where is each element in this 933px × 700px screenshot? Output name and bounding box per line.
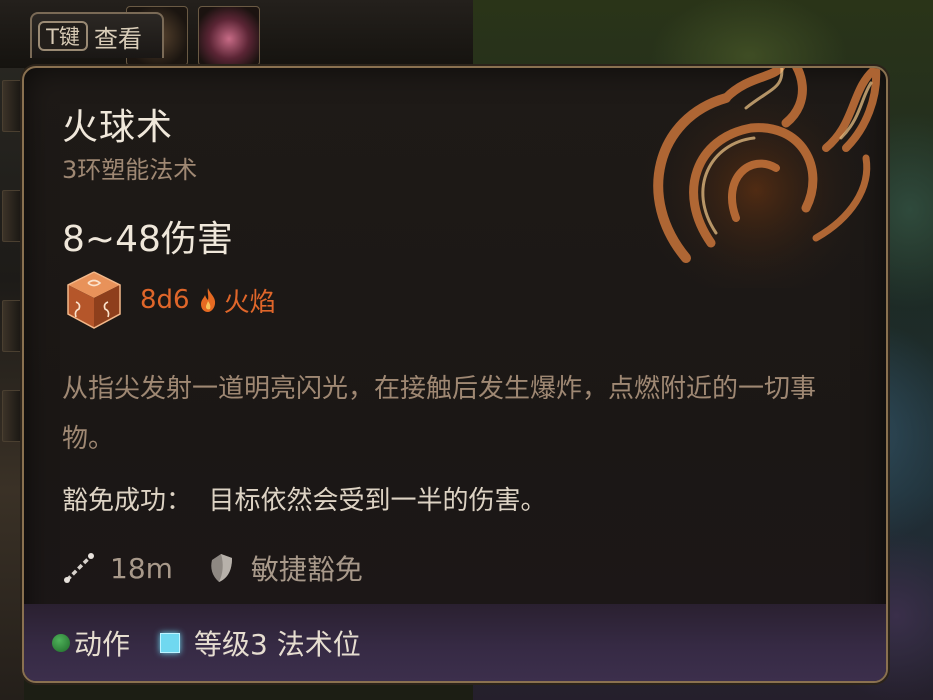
damage-range: 8~48伤害 [62, 219, 233, 260]
hotbar-edge-slot [2, 190, 22, 242]
d6-dice-icon [67, 271, 121, 329]
dice-formula: 8d6 [140, 285, 190, 315]
background-left-edge [0, 0, 24, 700]
shield-icon [211, 554, 232, 582]
fireball-icon [636, 68, 881, 288]
action-cost-label: 动作 [74, 627, 131, 661]
spell-description: 从指尖发射一道明亮闪光，在接触后发生爆炸，点燃附近的一切事物。 [62, 374, 817, 454]
hotbar-edge-slot [2, 300, 22, 352]
hotbar-spell-slot[interactable] [198, 6, 260, 66]
spell-slot-cost-label: 等级3 法术位 [194, 627, 361, 661]
spell-properties-row: 18m 敏捷豁免 [62, 548, 363, 588]
hotbar-edge-slot [2, 390, 22, 442]
save-success-text: 豁免成功： 目标依然会受到一半的伤害。 [62, 486, 547, 516]
damage-type: 火焰 [223, 287, 276, 318]
damage-dice-row: 8d6 火焰 [62, 268, 276, 332]
spell-slot-icon [160, 632, 181, 653]
spell-level-school: 3环塑能法术 [62, 156, 198, 184]
examine-label: 查看 [94, 24, 142, 53]
range-value: 18m [110, 551, 173, 585]
flame-icon [200, 288, 215, 312]
range-icon [64, 553, 94, 583]
keyboard-key-cap: T键 [38, 21, 88, 51]
saving-throw-type: 敏捷豁免 [250, 553, 363, 586]
spell-tooltip: 火球术 3环塑能法术 8~48伤害 8d6 火焰 从指尖发射一道明亮闪光，在接触… [22, 66, 888, 683]
action-resource-icon [52, 633, 70, 652]
spell-name: 火球术 [62, 107, 174, 148]
examine-key-hint[interactable]: T键 查看 [30, 12, 164, 58]
hotbar-edge-slot [2, 80, 22, 132]
cost-footer: 动作 等级3 法术位 [24, 604, 886, 681]
